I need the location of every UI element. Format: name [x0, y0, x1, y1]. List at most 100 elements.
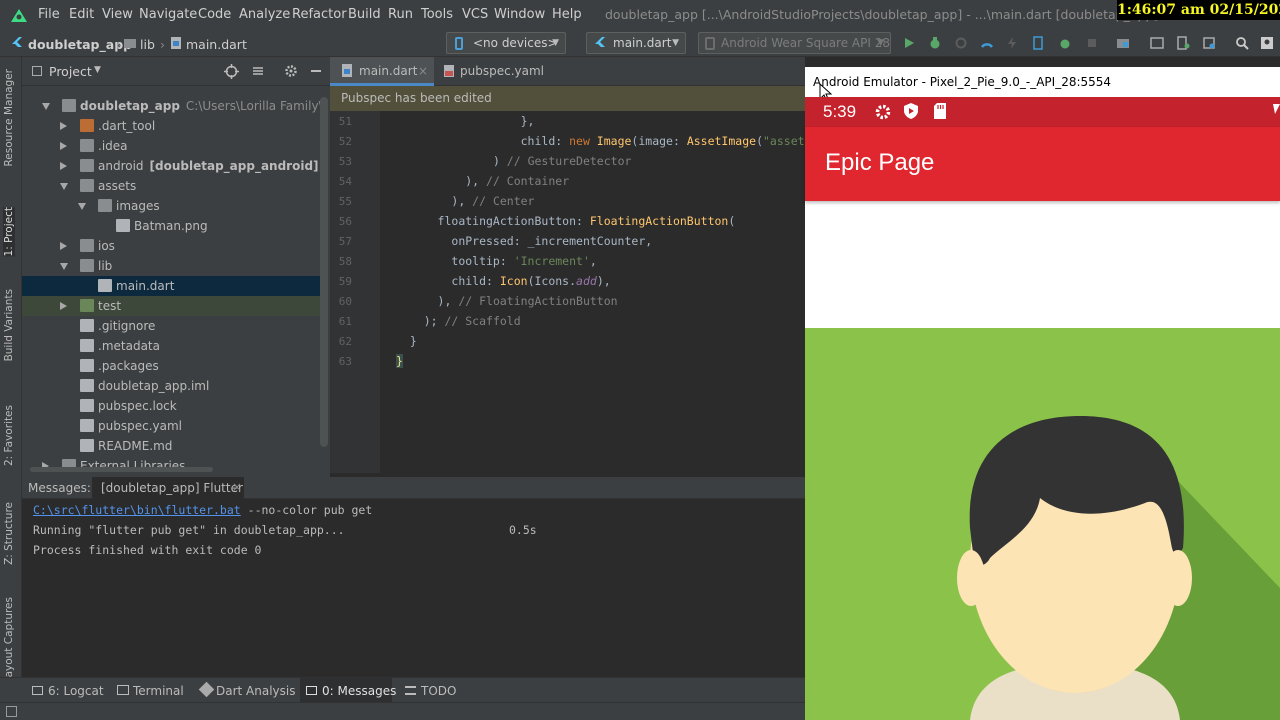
tree-item[interactable]: doubletap_appC:\Users\Lorilla Family\And… [22, 96, 322, 116]
code-line[interactable]: child: new Image(image: AssetImage("asse… [396, 131, 805, 151]
project-structure-icon[interactable] [1116, 36, 1130, 50]
run-icon[interactable] [902, 36, 916, 50]
account-icon[interactable] [1260, 36, 1274, 50]
stop-icon[interactable] [1085, 36, 1099, 50]
gear-icon[interactable] [284, 64, 298, 78]
collapse-arrow-icon[interactable] [60, 162, 67, 170]
tree-item[interactable]: pubspec.yaml [22, 416, 322, 436]
breadcrumb-file[interactable]: main.dart [186, 37, 247, 52]
run-config-selector[interactable]: main.dart ▼ [586, 32, 686, 54]
collapse-arrow-icon[interactable] [60, 302, 67, 310]
code-line[interactable]: child: Icon(Icons.add), [396, 271, 610, 291]
hot-reload-icon[interactable] [1005, 36, 1019, 50]
project-view-label[interactable]: Project [49, 64, 92, 79]
device-selector[interactable]: <no devices> ▼ [446, 32, 566, 54]
code-line[interactable]: tooltip: 'Increment', [396, 251, 596, 271]
sdk-manager-icon[interactable] [1202, 36, 1216, 50]
collapse-arrow-icon[interactable] [60, 122, 67, 130]
expand-arrow-icon[interactable] [42, 103, 50, 110]
apply-changes-icon[interactable] [1031, 36, 1045, 50]
menu-analyze[interactable]: Analyze [239, 7, 290, 22]
tree-horizontal-scrollbar[interactable] [30, 467, 213, 472]
expand-arrow-icon[interactable] [78, 203, 86, 210]
collapse-arrow-icon[interactable] [60, 242, 67, 250]
close-icon[interactable]: × [232, 480, 242, 494]
tree-item[interactable]: README.md [22, 436, 322, 456]
tree-item[interactable]: main.dart [22, 276, 322, 296]
menu-code[interactable]: Code [198, 7, 231, 22]
tree-item[interactable]: Batman.png [22, 216, 322, 236]
tree-item[interactable]: lib [22, 256, 322, 276]
search-icon[interactable] [1235, 36, 1249, 50]
terminal-tab[interactable]: Terminal [133, 684, 184, 698]
logcat-tab[interactable]: 6: Logcat [48, 684, 104, 698]
code-line[interactable]: floatingActionButton: FloatingActionButt… [396, 211, 736, 231]
expand-arrow-icon[interactable] [60, 183, 68, 190]
code-line[interactable]: } [396, 351, 403, 371]
todo-tab[interactable]: TODO [421, 684, 456, 698]
menu-build[interactable]: Build [348, 7, 381, 22]
expand-arrow-icon[interactable] [60, 263, 68, 270]
menu-file[interactable]: File [38, 7, 60, 22]
menu-tools[interactable]: Tools [421, 7, 453, 22]
attach-process-icon[interactable] [1058, 36, 1072, 50]
code-line[interactable]: ); // Scaffold [396, 311, 521, 331]
menu-window[interactable]: Window [494, 7, 545, 22]
menu-edit[interactable]: Edit [69, 7, 94, 22]
tree-item[interactable]: assets [22, 176, 322, 196]
project-tool-tab[interactable]: 1: Project [3, 207, 15, 257]
favorites-tab[interactable]: 2: Favorites [3, 405, 15, 466]
collapse-arrow-icon[interactable] [60, 142, 67, 150]
tree-item[interactable]: External Libraries [22, 456, 322, 476]
tree-item[interactable]: images [22, 196, 322, 216]
tree-item[interactable]: .gitignore [22, 316, 322, 336]
tree-item[interactable]: .packages [22, 356, 322, 376]
code-area[interactable]: }, child: new Image(image: AssetImage("a… [396, 111, 805, 473]
avatar-image[interactable] [805, 328, 1280, 720]
tree-item[interactable]: .idea [22, 136, 322, 156]
dart-analysis-tab[interactable]: Dart Analysis [216, 684, 296, 698]
messages-tab-flutter[interactable]: [doubletap_app] Flutter × [92, 477, 244, 499]
resource-manager-tab[interactable]: Resource Manager [3, 69, 15, 167]
locate-file-icon[interactable] [224, 64, 239, 79]
code-line[interactable]: }, [396, 111, 535, 131]
minimize-icon[interactable] [311, 70, 321, 72]
tree-item[interactable]: doubletap_app.iml [22, 376, 322, 396]
code-line[interactable]: ), // Center [396, 191, 534, 211]
close-icon[interactable]: × [418, 57, 428, 86]
toggle-tool-windows-icon[interactable] [6, 706, 17, 717]
menu-view[interactable]: View [102, 7, 133, 22]
avd-selector[interactable]: Android Wear Square API 28 ▼ [698, 32, 891, 54]
code-line[interactable]: ) // GestureDetector [396, 151, 631, 171]
tree-item[interactable]: .dart_tool [22, 116, 322, 136]
debug-icon[interactable] [928, 36, 942, 50]
tree-item[interactable]: ios [22, 236, 322, 256]
tree-item[interactable]: test [22, 296, 322, 316]
code-line[interactable]: ), // FloatingActionButton [396, 291, 618, 311]
messages-tab[interactable]: 0: Messages [322, 684, 396, 698]
structure-tab[interactable]: Z: Structure [3, 502, 15, 565]
build-variants-tab[interactable]: Build Variants [3, 289, 15, 361]
menu-help[interactable]: Help [552, 7, 582, 22]
collapse-all-icon[interactable] [251, 64, 265, 78]
tree-item[interactable]: pubspec.lock [22, 396, 322, 416]
tab-main-dart[interactable]: main.dart × [330, 57, 434, 86]
tree-item[interactable]: .metadata [22, 336, 322, 356]
chevron-down-icon[interactable]: ▼ [94, 65, 101, 75]
layout-captures-tab[interactable]: Layout Captures [3, 597, 15, 683]
menu-run[interactable]: Run [388, 7, 413, 22]
profiler-icon[interactable] [980, 36, 994, 50]
tree-vertical-scrollbar[interactable] [320, 97, 328, 447]
tab-pubspec-yaml[interactable]: pubspec.yaml [434, 57, 544, 86]
code-line[interactable]: ), // Container [396, 171, 569, 191]
flutter-bat-link[interactable]: C:\src\flutter\bin\flutter.bat [33, 503, 241, 517]
tree-item[interactable]: android [doubletap_app_android] [22, 156, 322, 176]
avd-manager-icon[interactable] [1176, 36, 1190, 50]
layout-inspector-icon[interactable] [1150, 36, 1164, 50]
menu-vcs[interactable]: VCS [462, 7, 488, 22]
menu-navigate[interactable]: Navigate [139, 7, 197, 22]
attach-debugger-icon[interactable] [954, 36, 968, 50]
breadcrumb-lib[interactable]: lib [140, 37, 155, 52]
code-line[interactable]: onPressed: _incrementCounter, [396, 231, 652, 251]
menu-refactor[interactable]: Refactor [292, 7, 347, 22]
